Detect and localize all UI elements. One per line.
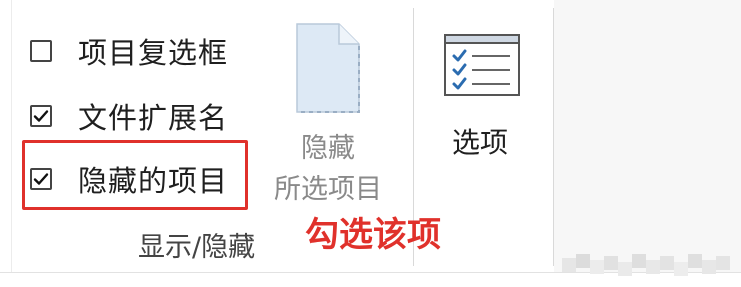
options-button[interactable]: 选项: [430, 18, 542, 178]
options-label: 选项: [451, 126, 508, 159]
annotation-check-this: 勾选该项: [305, 215, 441, 255]
hide-selected-label-line2: 所选项目: [274, 174, 382, 205]
file-extensions-label: 文件扩展名: [78, 101, 229, 135]
ribbon-view-tab: 项目复选框 文件扩展名 隐藏的项目 隐藏 所选项目 选项 显示/隐藏 勾选该项: [0, 0, 741, 273]
options-checklist-icon: [444, 34, 520, 96]
ribbon-left-edge: [11, 0, 12, 272]
checkmark-icon: [33, 110, 49, 122]
hidden-items-highlight-box: [22, 140, 248, 210]
show-hide-group-label: 显示/隐藏: [138, 232, 256, 263]
item-checkboxes-label: 项目复选框: [78, 36, 229, 70]
item-checkboxes-toggle[interactable]: 项目复选框: [30, 32, 228, 70]
file-extensions-toggle[interactable]: 文件扩展名: [30, 97, 228, 135]
item-checkboxes-checkbox[interactable]: [30, 40, 52, 62]
document-hidden-icon: [296, 23, 360, 113]
watermark-mosaic: [562, 254, 730, 276]
hide-selected-label-line1: 隐藏: [301, 133, 355, 164]
ribbon-empty-area: [554, 0, 741, 272]
hide-selected-items-button[interactable]: 隐藏 所选项目: [258, 14, 398, 214]
file-extensions-checkbox[interactable]: [30, 105, 52, 127]
